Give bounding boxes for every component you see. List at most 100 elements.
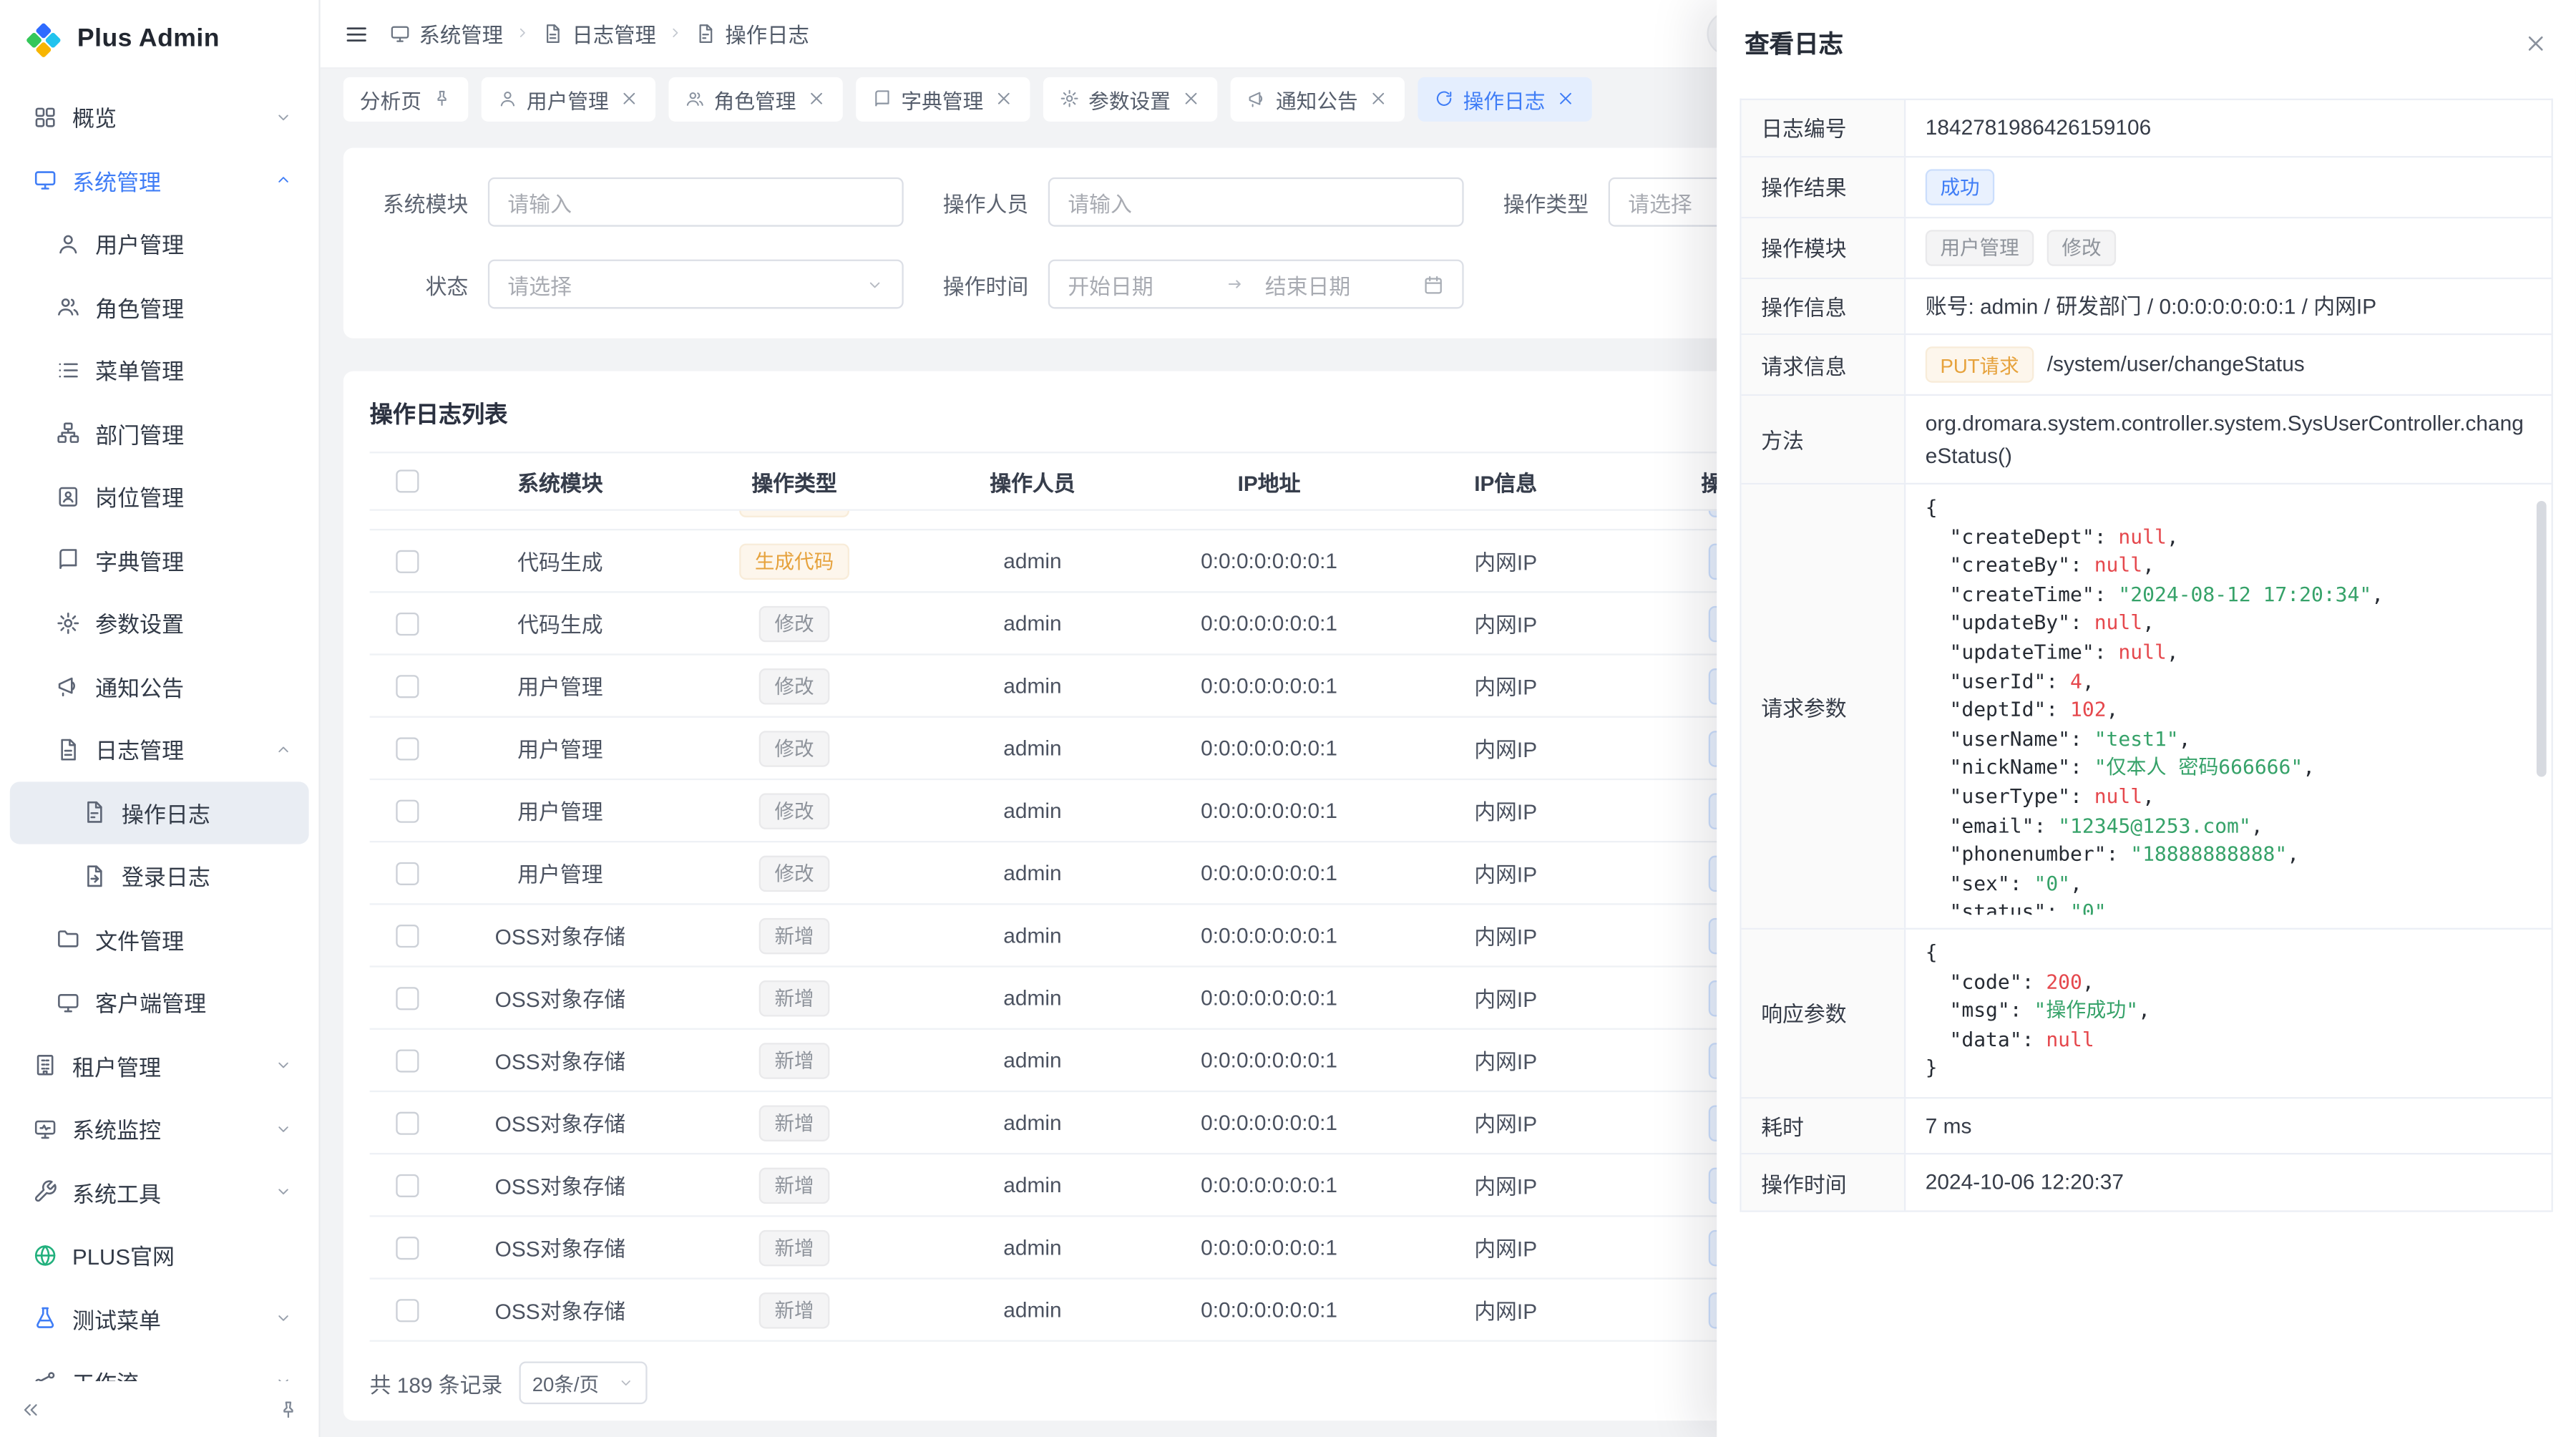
tab-close-icon[interactable] <box>618 89 638 109</box>
book-icon <box>56 547 80 572</box>
sidebar-item-workflow[interactable]: 工作流 <box>10 1350 309 1381</box>
row-checkbox[interactable] <box>396 986 419 1009</box>
tab-label: 分析页 <box>360 83 421 115</box>
pin-sidebar-icon[interactable] <box>278 1398 299 1420</box>
sidebar-item-website[interactable]: PLUS官网 <box>10 1224 309 1287</box>
op-type-tag: 新增 <box>760 917 829 953</box>
row-checkbox[interactable] <box>396 550 419 573</box>
tab-close-icon[interactable] <box>1555 89 1575 109</box>
tab-config[interactable]: 参数设置 <box>1043 77 1216 121</box>
monitor-icon <box>33 168 57 193</box>
tab-operlog[interactable]: 操作日志 <box>1417 77 1591 121</box>
sidebar-item-tool[interactable]: 系统工具 <box>10 1160 309 1223</box>
field-value: org.dromara.system.controller.system.Sys… <box>1906 396 2551 483</box>
drawer-body: 日志编号1842781986426159106操作结果成功操作模块用户管理修改操… <box>1717 85 2576 1437</box>
field-value: 成功 <box>1906 157 2551 216</box>
row-checkbox[interactable] <box>396 1111 419 1134</box>
folder-icon <box>56 927 80 951</box>
tab-notice[interactable]: 通知公告 <box>1230 77 1404 121</box>
row-checkbox[interactable] <box>396 674 419 697</box>
cell-op-type: 新增 <box>675 905 914 965</box>
field-label: 耗时 <box>1742 1099 1906 1154</box>
field-label: 请求参数 <box>1742 484 1906 928</box>
filter-input-operator[interactable]: 请输入 <box>1048 177 1464 227</box>
tab-dict[interactable]: 字典管理 <box>855 77 1029 121</box>
row-checkbox[interactable] <box>396 1174 419 1197</box>
sidebar-item-label: 日志管理 <box>95 733 184 766</box>
cell-ip: 0:0:0:0:0:0:0:1 <box>1151 530 1386 591</box>
sidebar-item-role[interactable]: 角色管理 <box>10 275 309 338</box>
row-checkbox[interactable] <box>396 1048 419 1071</box>
filter-select-status[interactable]: 请选择 <box>488 260 904 309</box>
sidebar-item-config[interactable]: 参数设置 <box>10 591 309 654</box>
tab-role[interactable]: 角色管理 <box>668 77 841 121</box>
cell-operator: admin <box>914 1092 1152 1153</box>
sidebar-item-label: 部门管理 <box>95 417 184 449</box>
breadcrumb-item-1[interactable]: 日志管理 <box>542 18 656 49</box>
cell-ip-info: 内网IP <box>1387 1154 1625 1215</box>
sidebar-item-dept[interactable]: 部门管理 <box>10 401 309 464</box>
filter-label: 系统模块 <box>370 186 469 218</box>
cell-ip: 0:0:0:0:0:0:0:1 <box>1151 968 1386 1028</box>
row-checkbox[interactable] <box>396 1298 419 1321</box>
sidebar-item-operlog[interactable]: 操作日志 <box>10 781 309 844</box>
breadcrumb-item-0[interactable]: 系统管理 <box>389 18 503 49</box>
sidebar-item-tenant[interactable]: 租户管理 <box>10 1034 309 1097</box>
sidebar-item-file[interactable]: 文件管理 <box>10 907 309 970</box>
collapse-sidebar-icon[interactable] <box>20 1398 42 1420</box>
tab-close-icon[interactable] <box>1368 89 1388 109</box>
breadcrumb-label: 系统管理 <box>419 18 503 49</box>
sidebar-item-dict[interactable]: 字典管理 <box>10 528 309 591</box>
tab-close-icon[interactable] <box>806 89 826 109</box>
sidebar-item-label: 通知公告 <box>95 670 184 703</box>
chevron-down-icon <box>274 108 292 126</box>
close-icon[interactable] <box>2524 30 2548 54</box>
user-icon <box>497 89 517 109</box>
user-icon <box>56 231 80 255</box>
scrollbar-thumb[interactable] <box>2537 501 2547 777</box>
field-text: 账号: admin / 研发部门 / 0:0:0:0:0:0:0:1 / 内网I… <box>1926 290 2376 322</box>
row-checkbox[interactable] <box>396 862 419 885</box>
tab-close-icon[interactable] <box>993 89 1013 109</box>
page-size-select[interactable]: 20条/页 <box>519 1361 647 1404</box>
sidebar-item-client[interactable]: 客户端管理 <box>10 970 309 1033</box>
row-checkbox[interactable] <box>396 924 419 947</box>
field-text: org.dromara.system.controller.system.Sys… <box>1926 407 2532 472</box>
hamburger-menu-icon[interactable] <box>343 21 370 47</box>
sidebar-item-monitor[interactable]: 系统监控 <box>10 1097 309 1160</box>
sidebar-item-log[interactable]: 日志管理 <box>10 718 309 781</box>
row-checkbox[interactable] <box>396 799 419 822</box>
op-type-tag: 新增 <box>760 1167 829 1203</box>
sidebar-item-test[interactable]: 测试菜单 <box>10 1287 309 1350</box>
op-type-tag: 修改 <box>760 854 829 890</box>
sidebar-item-notice[interactable]: 通知公告 <box>10 655 309 718</box>
tab-close-icon[interactable] <box>1181 89 1201 109</box>
column-header: IP信息 <box>1387 453 1625 509</box>
sidebar-item-menu[interactable]: 菜单管理 <box>10 338 309 401</box>
filter-input-module[interactable]: 请输入 <box>488 177 904 227</box>
field-text: 7 ms <box>1926 1110 1972 1142</box>
row-checkbox[interactable] <box>396 1236 419 1259</box>
cell-ip-info: 内网IP <box>1387 718 1625 779</box>
cell-module: 代码生成 <box>445 593 675 653</box>
cell-ip: 0:0:0:0:0:0:0:1 <box>1151 593 1386 653</box>
cell-ip: 0:0:0:0:0:0:0:1 <box>1151 1092 1386 1153</box>
app-logo[interactable]: Plus Admin <box>0 0 318 79</box>
tab-user[interactable]: 用户管理 <box>481 77 655 121</box>
sidebar-item-user[interactable]: 用户管理 <box>10 212 309 275</box>
sidebar-item-post[interactable]: 岗位管理 <box>10 464 309 527</box>
select-all-checkbox[interactable] <box>396 469 419 492</box>
sidebar-item-overview[interactable]: 概览 <box>10 85 309 148</box>
doc-icon <box>542 23 564 44</box>
row-checkbox[interactable] <box>396 612 419 635</box>
field-label: 操作信息 <box>1742 278 1906 333</box>
cell-operator: admin <box>914 1154 1152 1215</box>
filter-daterange-optime[interactable]: 开始日期结束日期 <box>1048 260 1464 309</box>
cell-operator: admin <box>914 656 1152 716</box>
sidebar-item-loginlog[interactable]: 登录日志 <box>10 844 309 907</box>
field-value: { "code": 200, "msg": "操作成功", "data": nu… <box>1906 930 2551 1097</box>
sidebar-item-system[interactable]: 系统管理 <box>10 149 309 212</box>
tab-analysis[interactable]: 分析页 <box>343 77 467 121</box>
row-checkbox[interactable] <box>396 736 419 759</box>
cell-op-type: 新增 <box>675 968 914 1028</box>
